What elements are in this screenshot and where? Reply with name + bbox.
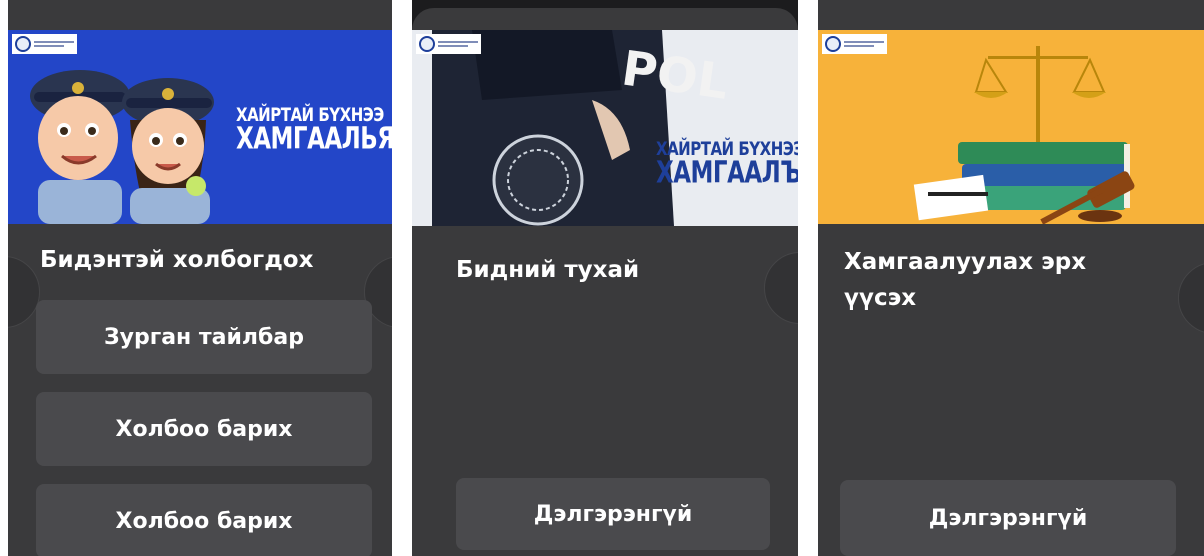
justice-scales-illustration bbox=[913, 46, 1135, 224]
banner-police-officer: POL ХАЙРТАЙ БҮХНЭЭ ХАМГААЛЪЯ bbox=[412, 30, 798, 226]
banner-police-kids: ХАЙРТАЙ БҮХНЭЭ ХАМГААЛЬЯ bbox=[8, 30, 392, 224]
police-logo bbox=[822, 34, 887, 54]
banner-slogan: ХАЙРТАЙ БҮХНЭЭ ХАМГААЛЬЯ bbox=[236, 103, 392, 157]
card-about[interactable]: POL ХАЙРТАЙ БҮХНЭЭ ХАМГААЛЪЯ Бидний туха… bbox=[412, 0, 798, 556]
more-details-button[interactable]: Дэлгэрэнгүй bbox=[456, 478, 770, 550]
card-title: Бидэнтэй холбогдох bbox=[40, 247, 314, 273]
banner-slogan: ХАЙРТАЙ БҮХНЭЭ ХАМГААЛЪЯ bbox=[656, 137, 798, 191]
police-kids-illustration bbox=[30, 70, 214, 224]
carousel-next-circle[interactable] bbox=[1178, 262, 1204, 334]
more-details-button[interactable]: Дэлгэрэнгүй bbox=[840, 480, 1176, 556]
police-officer-photo: POL bbox=[412, 30, 798, 226]
police-logo bbox=[416, 34, 481, 54]
card-frame: POL ХАЙРТАЙ БҮХНЭЭ ХАМГААЛЪЯ Бидний туха… bbox=[412, 8, 798, 556]
image-caption-button[interactable]: Зурган тайлбар bbox=[36, 300, 372, 374]
card-protection-rights[interactable]: Хамгаалуулах эрх үүсэх Дэлгэрэнгүй bbox=[818, 0, 1204, 556]
carousel-next-circle[interactable] bbox=[764, 252, 798, 324]
card-title: Бидний тухай bbox=[456, 257, 640, 283]
card-title: Хамгаалуулах эрх үүсэх bbox=[844, 249, 1087, 311]
banner-justice bbox=[818, 30, 1204, 224]
contact-button-2[interactable]: Холбоо барих bbox=[36, 484, 372, 556]
card-contact[interactable]: ХАЙРТАЙ БҮХНЭЭ ХАМГААЛЬЯ Бидэнтэй холбог… bbox=[8, 0, 392, 556]
contact-button[interactable]: Холбоо барих bbox=[36, 392, 372, 466]
